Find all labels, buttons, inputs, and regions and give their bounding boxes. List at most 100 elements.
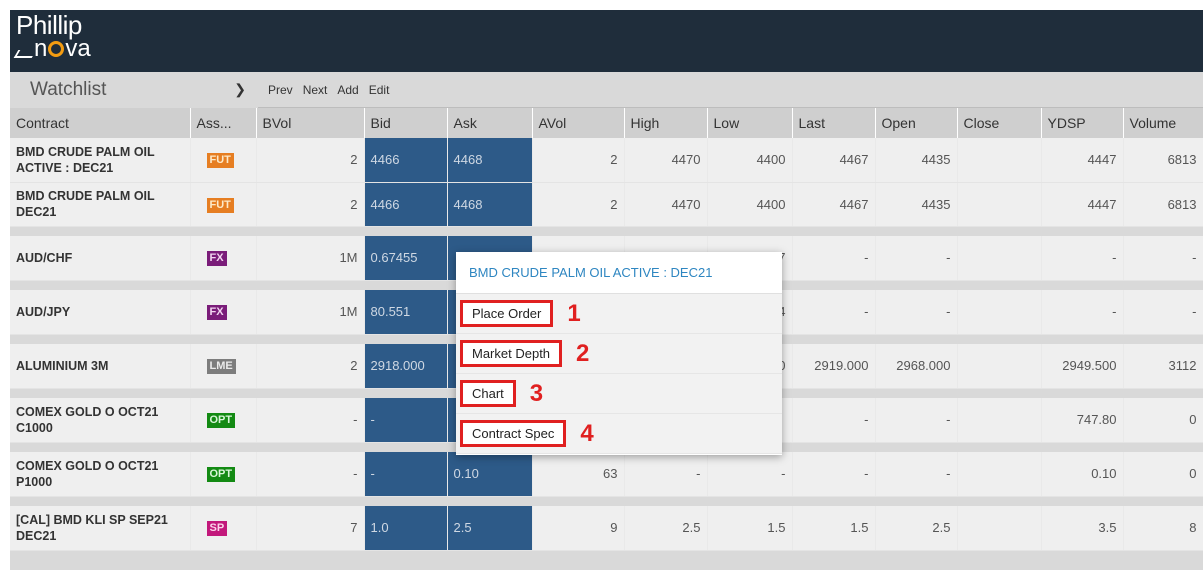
market-depth-button[interactable]: Market Depth: [460, 340, 563, 367]
watchlist-label: Watchlist: [30, 78, 107, 100]
cell-close: [957, 398, 1042, 443]
cell-bvol: -: [256, 452, 365, 497]
cell-bid[interactable]: 4466: [364, 182, 448, 227]
cell-contract[interactable]: ALUMINIUM 3M: [10, 344, 191, 389]
menu-title: BMD CRUDE PALM OIL ACTIVE : DEC21: [456, 252, 782, 294]
cell-ydsp: 747.80: [1041, 398, 1124, 443]
cell-bvol: 1M: [256, 290, 365, 335]
cell-bvol: 2: [256, 344, 365, 389]
table-row[interactable]: BMD CRUDE PALM OIL DEC21 FUT 2 4466 4468 2 447…: [10, 182, 1203, 227]
asset-badge: SP: [206, 521, 228, 537]
cell-bid[interactable]: 2918.000: [364, 344, 448, 389]
cell-bid[interactable]: -: [364, 452, 448, 497]
cell-high: 4470: [624, 138, 708, 183]
column-header[interactable]: Close: [957, 108, 1042, 138]
cell-contract[interactable]: BMD CRUDE PALM OIL DEC21: [10, 182, 191, 227]
cell-bid[interactable]: 80.551: [364, 290, 448, 335]
cell-last: 4467: [792, 182, 876, 227]
place-order-button[interactable]: Place Order: [460, 300, 554, 327]
cell-bid[interactable]: 4466: [364, 138, 448, 183]
cell-close: [957, 452, 1042, 497]
prev-button[interactable]: Prev: [268, 83, 293, 97]
column-header[interactable]: Last: [792, 108, 876, 138]
edit-button[interactable]: Edit: [369, 83, 390, 97]
cell-bvol: 7: [256, 506, 365, 551]
column-header[interactable]: BVol: [256, 108, 365, 138]
cell-ask[interactable]: 2.5: [447, 506, 533, 551]
cell-last: 4467: [792, 138, 876, 183]
column-header[interactable]: Volume: [1123, 108, 1203, 138]
cell-close: [957, 290, 1042, 335]
cell-low: 1.5: [707, 506, 793, 551]
table-row[interactable]: [CAL] BMD KLI SP SEP21 DEC21 SP 7 1.0 2.5 9 2.…: [10, 506, 1203, 551]
cell-ask[interactable]: 0.10: [447, 452, 533, 497]
asset-badge: FX: [206, 305, 227, 321]
cell-contract[interactable]: [CAL] BMD KLI SP SEP21 DEC21: [10, 506, 191, 551]
cell-volume: 6813: [1123, 138, 1203, 183]
cell-bid[interactable]: 0.67455: [364, 236, 448, 281]
cell-bid[interactable]: -: [364, 398, 448, 443]
column-header[interactable]: Contract: [10, 108, 191, 138]
cell-close: [957, 138, 1042, 183]
cell-avol: 63: [532, 452, 625, 497]
watchlist-select[interactable]: Watchlist ❯: [10, 71, 258, 108]
cell-volume: 8: [1123, 506, 1203, 551]
cell-contract[interactable]: COMEX GOLD O OCT21 C1000: [10, 398, 191, 443]
cell-ask[interactable]: 4468: [447, 182, 533, 227]
asset-badge: OPT: [206, 467, 236, 483]
cell-ask[interactable]: 4468: [447, 138, 533, 183]
cell-asset: FX: [190, 236, 257, 281]
column-header[interactable]: AVol: [532, 108, 625, 138]
cell-volume: 6813: [1123, 182, 1203, 227]
cell-last: 1.5: [792, 506, 876, 551]
cell-bvol: -: [256, 398, 365, 443]
cell-avol: 2: [532, 138, 625, 183]
cell-contract[interactable]: AUD/JPY: [10, 290, 191, 335]
column-header[interactable]: Ask: [447, 108, 533, 138]
cell-bid[interactable]: 1.0: [364, 506, 448, 551]
menu-item-market-depth[interactable]: Market Depth 2: [456, 334, 782, 374]
chevron-down-icon: ❯: [234, 81, 246, 97]
cell-contract[interactable]: BMD CRUDE PALM OIL ACTIVE : DEC21: [10, 138, 191, 183]
menu-item-contract-spec[interactable]: Contract Spec 4: [456, 414, 782, 454]
column-header[interactable]: Ass...: [190, 108, 257, 138]
annotation-number: 2: [576, 339, 590, 367]
next-button[interactable]: Next: [303, 83, 328, 97]
cell-open: 4435: [875, 182, 958, 227]
add-button[interactable]: Add: [337, 83, 358, 97]
cell-bvol: 2: [256, 182, 365, 227]
column-header[interactable]: Bid: [364, 108, 448, 138]
menu-item-place-order[interactable]: Place Order 1: [456, 294, 782, 334]
cell-open: -: [875, 398, 958, 443]
cell-last: -: [792, 290, 876, 335]
power-icon: [48, 41, 65, 57]
asset-badge: LME: [206, 359, 236, 375]
column-header[interactable]: Low: [707, 108, 793, 138]
asset-badge: FX: [206, 251, 227, 267]
row-separator-cell: [10, 226, 1203, 236]
column-header[interactable]: YDSP: [1041, 108, 1124, 138]
column-header[interactable]: High: [624, 108, 708, 138]
chart-button[interactable]: Chart: [460, 380, 516, 407]
cell-volume: -: [1123, 236, 1203, 281]
cell-last: -: [792, 398, 876, 443]
cell-last: -: [792, 452, 876, 497]
cell-ydsp: 4447: [1041, 182, 1124, 227]
cell-ydsp: 3.5: [1041, 506, 1124, 551]
cell-volume: 0: [1123, 452, 1203, 497]
cell-high: 4470: [624, 182, 708, 227]
top-bar: Phillip n va: [10, 10, 1203, 72]
table-header-row: Contract Ass... BVol Bid Ask AVol High L…: [10, 108, 1203, 138]
cell-contract[interactable]: COMEX GOLD O OCT21 P1000: [10, 452, 191, 497]
cell-asset: FX: [190, 290, 257, 335]
annotation-number: 1: [567, 299, 581, 327]
cell-contract[interactable]: AUD/CHF: [10, 236, 191, 281]
table-row[interactable]: COMEX GOLD O OCT21 P1000 OPT - -0.10 63- - - -0…: [10, 452, 1203, 497]
contract-context-menu: BMD CRUDE PALM OIL ACTIVE : DEC21 Place …: [456, 252, 782, 455]
contract-spec-button[interactable]: Contract Spec: [460, 420, 567, 447]
menu-item-chart[interactable]: Chart 3: [456, 374, 782, 414]
logo-va: va: [65, 35, 91, 62]
cell-last: 2919.000: [792, 344, 876, 389]
column-header[interactable]: Open: [875, 108, 958, 138]
table-row[interactable]: BMD CRUDE PALM OIL ACTIVE : DEC21 FUT 2 446…: [10, 138, 1203, 183]
